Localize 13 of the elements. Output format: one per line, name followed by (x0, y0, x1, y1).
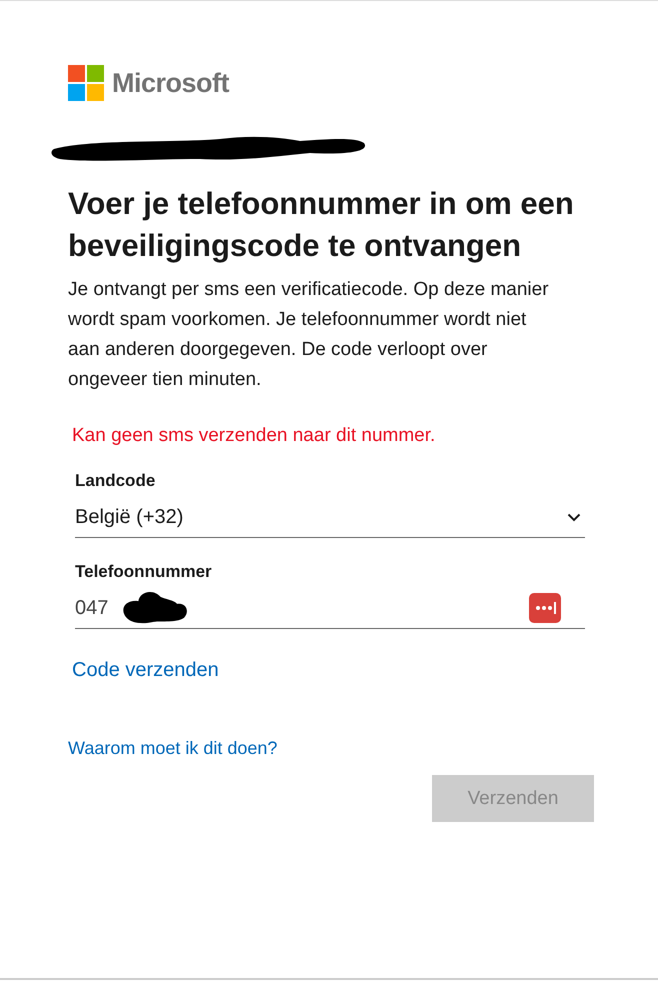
field-label: Telefoonnummer (75, 562, 213, 582)
field-label: Landcode (75, 471, 156, 491)
why-link[interactable]: Waarom moet ik dit doen? (68, 738, 278, 759)
description-text: Je ontvangt per sms een verificatiecode. Op deze manier wordt spam voorkomen. Je telefoonnummer wordt niet aan anderen doorgegeven. De code verloopt over ongeveer tien minuten. (68, 278, 550, 392)
send-code-link[interactable]: Code verzenden (72, 659, 219, 682)
logo-text: Microsoft (112, 68, 229, 98)
country-select[interactable]: België (+32) (75, 497, 585, 538)
phone-input[interactable]: 047 (75, 588, 585, 629)
error-message: Kan geen sms verzenden naar dit nummer. (72, 425, 436, 447)
password-manager-icon[interactable] (529, 593, 561, 623)
chevron-down-icon (567, 512, 581, 522)
logo-icon (68, 65, 104, 101)
page-title: Voer je telefoonnummer in om een beveiligingscode te ontvangen (68, 185, 575, 265)
